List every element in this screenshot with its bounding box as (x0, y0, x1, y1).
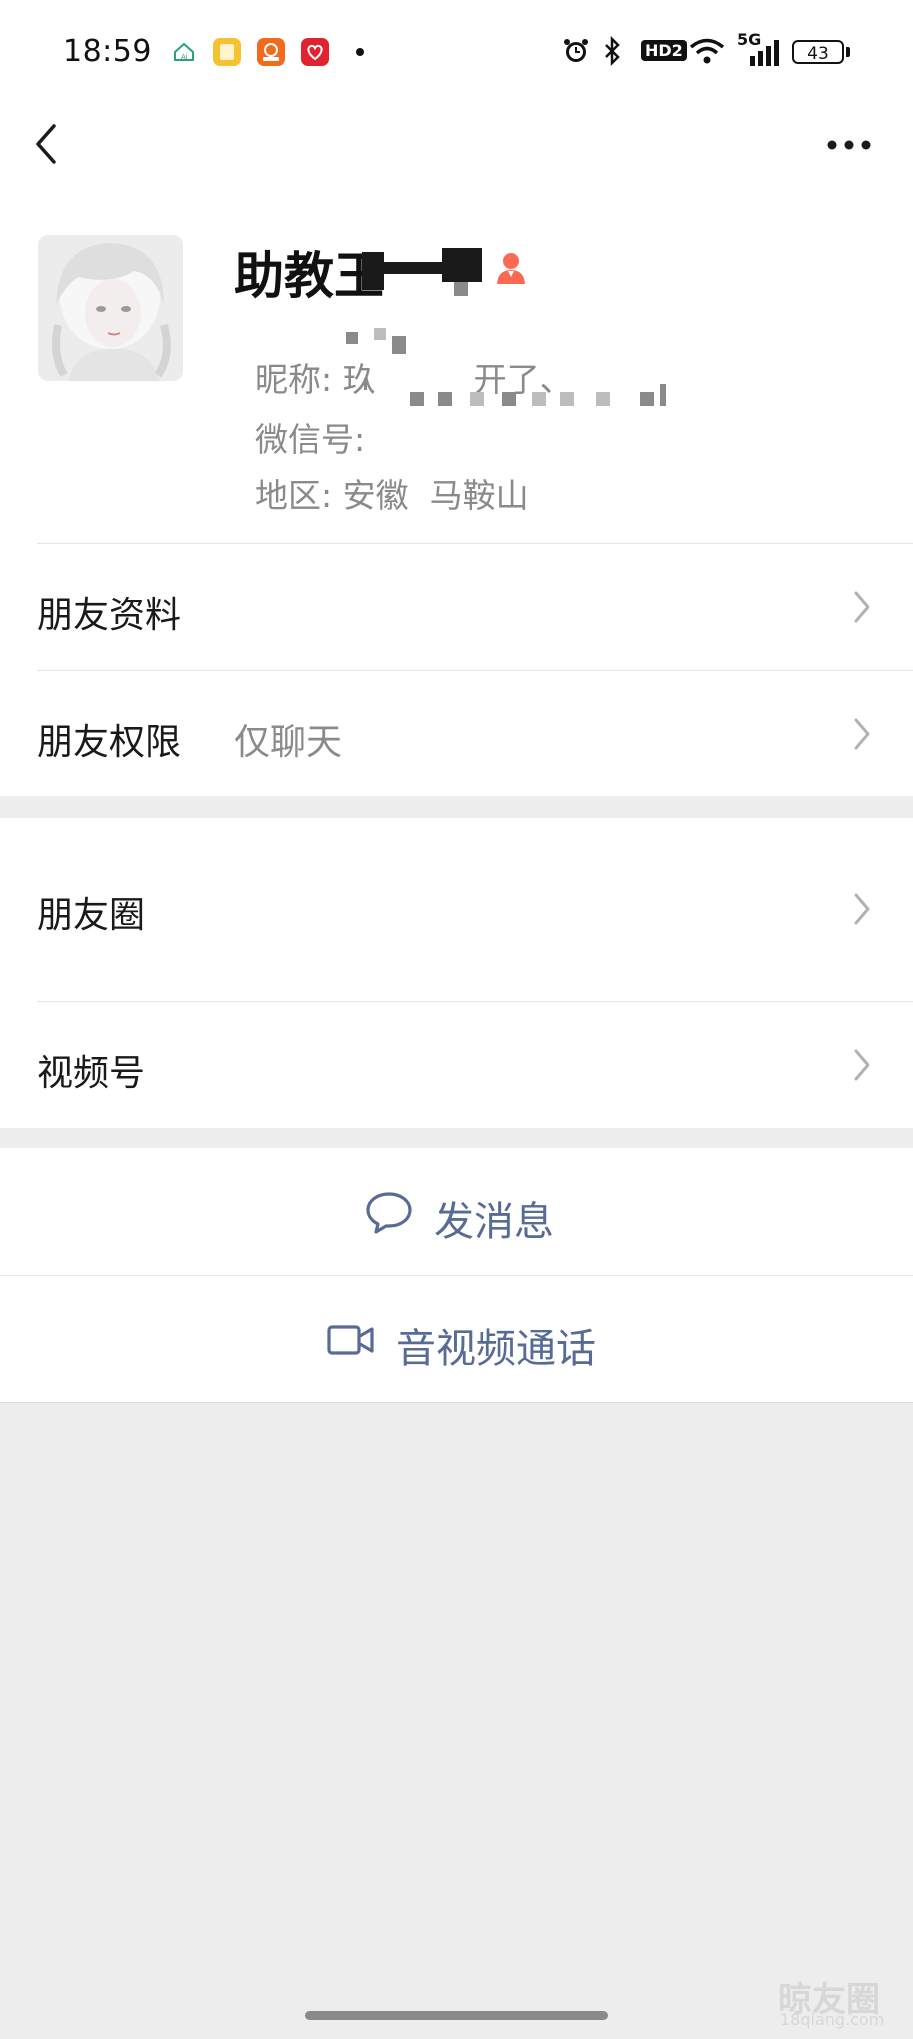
video-camera-icon (327, 1325, 374, 1355)
friend-permission-value: 仅聊天 (234, 722, 343, 763)
redaction-mark (384, 262, 442, 274)
redaction-mark (640, 392, 654, 406)
chevron-left-icon (36, 124, 56, 164)
home-indicator[interactable] (305, 2011, 608, 2020)
redaction-mark (560, 392, 574, 406)
notification-dot-icon (356, 48, 364, 56)
divider (0, 1402, 913, 1403)
redaction-mark (410, 392, 424, 406)
chevron-right-icon (854, 1049, 870, 1081)
back-button[interactable] (28, 122, 68, 166)
redaction-mark (346, 332, 358, 344)
redaction-mark (454, 282, 468, 296)
chat-bubble-icon (366, 1192, 412, 1234)
redaction-mark (470, 392, 484, 406)
shopping-app-icon (257, 38, 285, 66)
friend-permission-row[interactable]: 朋友权限 仅聊天 (0, 671, 913, 796)
moments-label: 朋友圈 (37, 895, 146, 936)
send-message-label: 发消息 (434, 1199, 554, 1245)
redaction-mark (660, 384, 666, 406)
redaction-mark (374, 328, 386, 340)
region-label: 地区: (254, 476, 343, 515)
channels-label: 视频号 (37, 1053, 146, 1094)
redaction-mark (362, 252, 384, 290)
redaction-mark (596, 392, 610, 406)
avatar[interactable] (38, 235, 183, 381)
redaction-mark (392, 336, 406, 354)
svg-text:Ai: Ai (181, 53, 188, 61)
region-line: 地区: 安徽 马鞍山 (234, 430, 529, 517)
gift-app-icon (301, 38, 329, 66)
more-button[interactable] (824, 128, 874, 162)
redaction-mark (364, 378, 367, 390)
bluetooth-icon (605, 36, 620, 66)
redaction-mark (442, 248, 482, 282)
region-value: 安徽 马鞍山 (342, 476, 529, 515)
avatar-illustration (38, 235, 183, 381)
chevron-right-icon (854, 591, 870, 623)
home-app-icon: Ai (170, 38, 198, 66)
more-dots-icon (827, 140, 871, 150)
alarm-icon (564, 39, 588, 62)
status-bar: 18:59 Ai HD2 5G 43 (0, 0, 913, 105)
friend-permission-label: 朋友权限 (37, 722, 182, 763)
chevron-right-icon (854, 718, 870, 750)
hd-voice-badge: HD2 (641, 40, 687, 61)
av-call-label: 音视频通话 (396, 1326, 596, 1372)
wifi-icon (689, 38, 725, 64)
battery-tip (846, 47, 850, 57)
signal-icon (750, 40, 779, 66)
av-call-button[interactable]: 音视频通话 (0, 1276, 913, 1402)
watermark-subtext: 18qiang.com (780, 2010, 885, 2029)
redaction-mark (438, 392, 452, 406)
moments-row[interactable]: 朋友圈 (0, 818, 913, 1001)
battery-indicator: 43 (792, 40, 844, 64)
friend-info-row[interactable]: 朋友资料 (0, 544, 913, 670)
friend-info-label: 朋友资料 (37, 595, 182, 636)
redaction-mark (532, 392, 546, 406)
nickname-visible-end: 开了、 (473, 360, 573, 399)
redaction-mark (502, 392, 516, 406)
status-time: 18:59 (63, 34, 152, 69)
chevron-right-icon (854, 893, 870, 925)
send-message-button[interactable]: 发消息 (0, 1148, 913, 1275)
channels-row[interactable]: 视频号 (0, 1002, 913, 1128)
person-icon (497, 253, 525, 284)
notes-app-icon (213, 38, 241, 66)
